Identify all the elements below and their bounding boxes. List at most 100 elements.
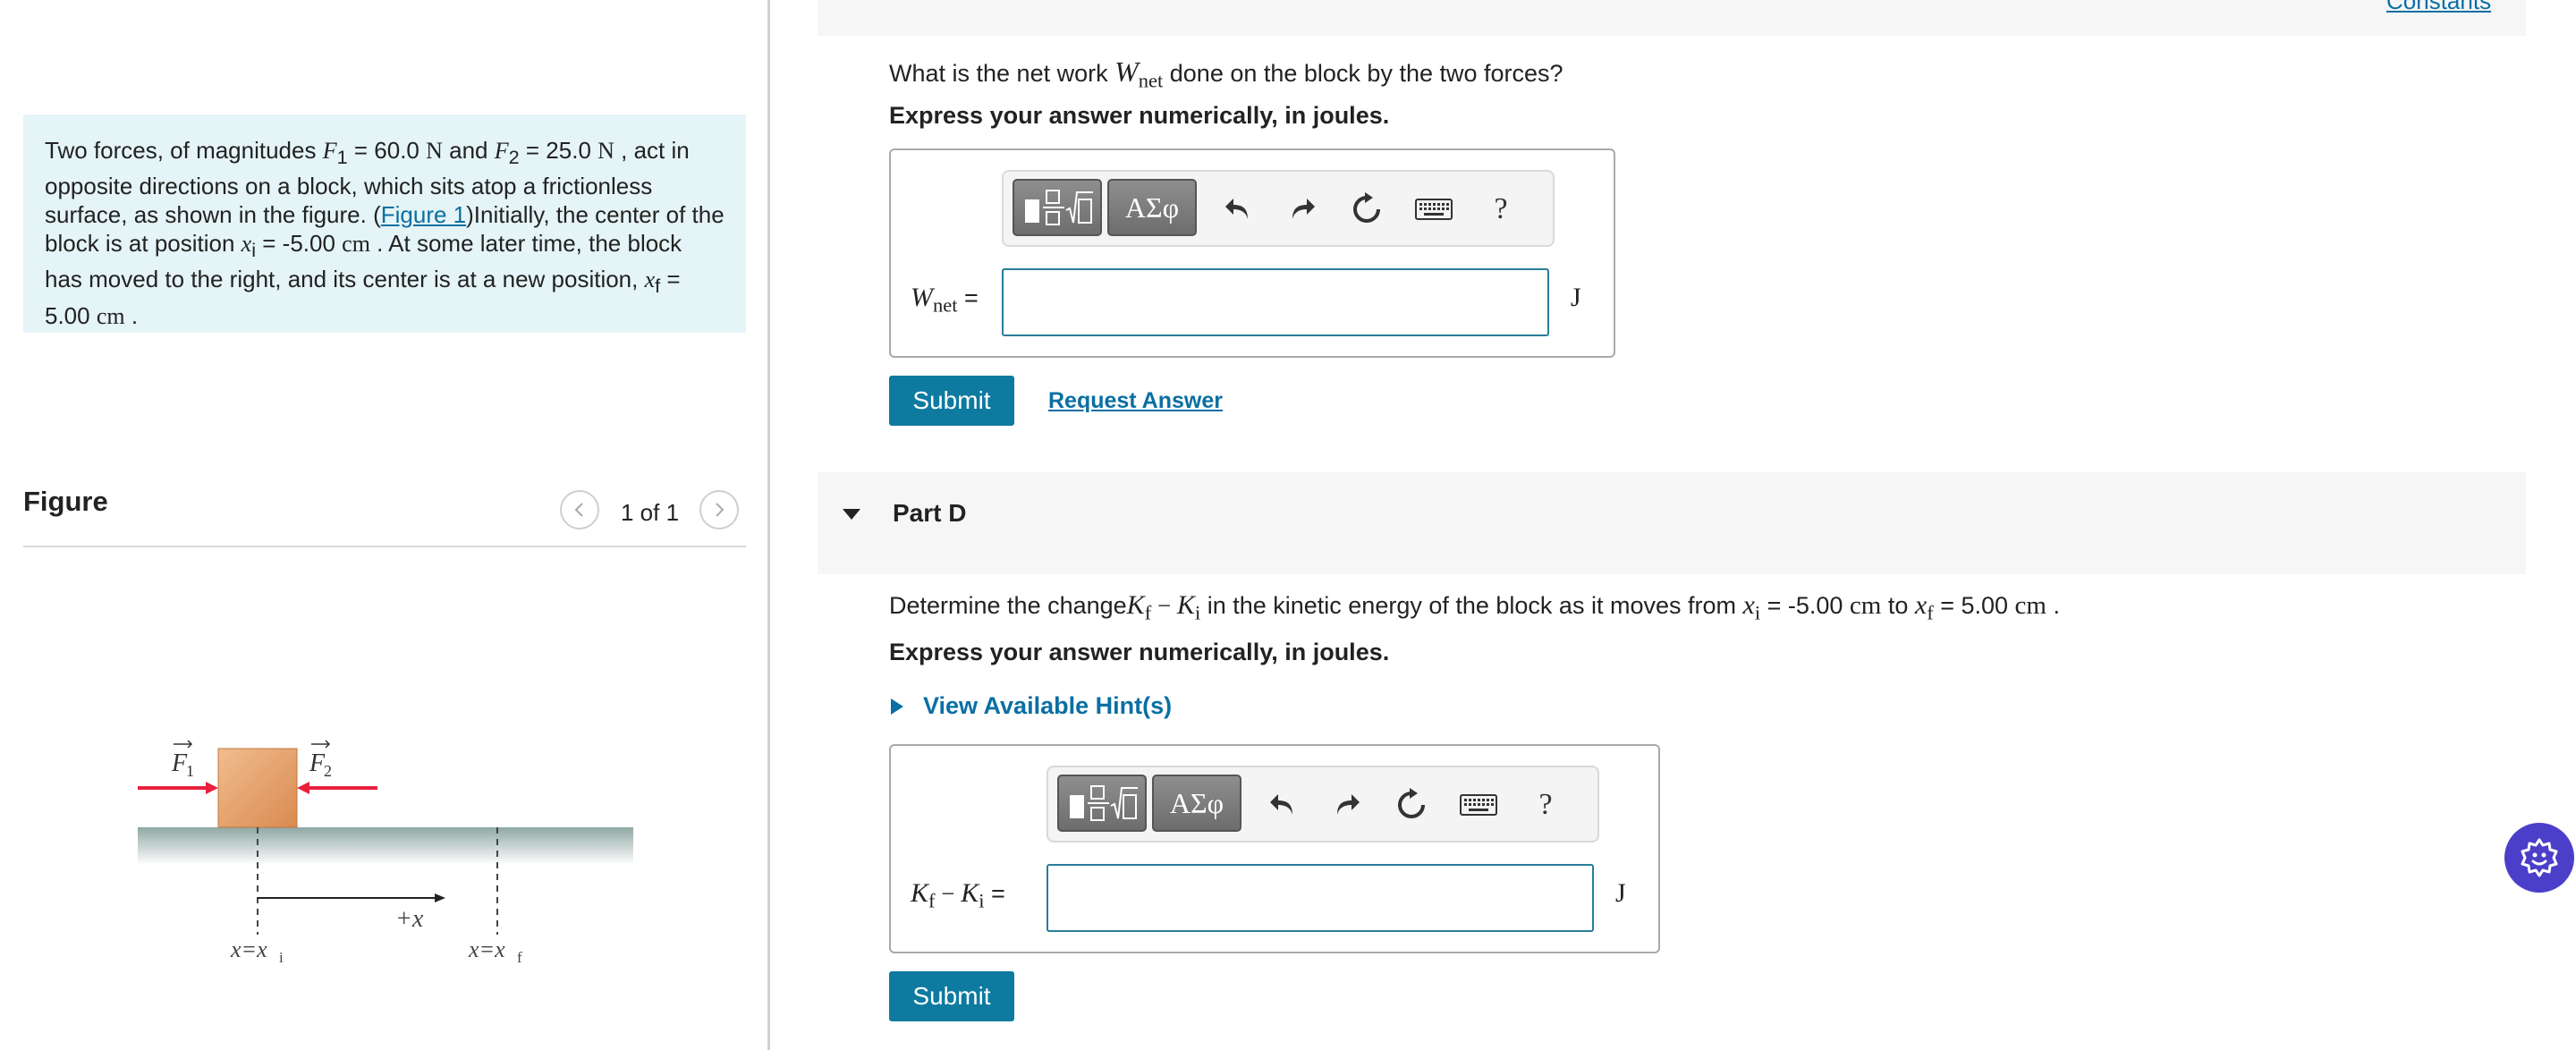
problem-text: and xyxy=(442,137,495,164)
ki-symbol: K xyxy=(1176,590,1195,620)
part-d-header[interactable]: Part D xyxy=(818,472,2526,574)
w-symbol: W xyxy=(1114,55,1139,88)
left-panel: Two forces, of magnitudes F1 = 60.0 N an… xyxy=(0,0,767,1050)
part-d-submit-button[interactable]: Submit xyxy=(889,971,1014,1021)
xf-symbol: x xyxy=(644,267,656,293)
question-text: = 5.00 xyxy=(1933,592,2015,619)
x-axis-arrowhead xyxy=(435,893,445,902)
problem-statement: Two forces, of magnitudes F1 = 60.0 N an… xyxy=(23,114,746,333)
chevron-right-icon xyxy=(716,503,724,517)
vector-arrow-icon xyxy=(174,740,193,749)
part-c-submit-button[interactable]: Submit xyxy=(889,376,1014,426)
equals-sign: = xyxy=(957,284,979,311)
figure-title: Figure xyxy=(23,486,108,517)
frictionless-surface xyxy=(138,827,633,865)
undo-button[interactable] xyxy=(1220,191,1256,227)
kinetic-change-input-label: Kf − Ki = xyxy=(911,878,1005,912)
redo-button[interactable] xyxy=(1284,191,1320,227)
xi-symbol: x xyxy=(241,231,252,258)
greek-symbols-button[interactable]: ΑΣφ xyxy=(1152,775,1241,832)
unit-joules: J xyxy=(1571,283,1581,312)
block xyxy=(217,748,298,828)
part-c-answer-box: ΑΣφ ? Wnet = J xyxy=(889,148,1615,358)
keyboard-button[interactable] xyxy=(1458,787,1499,823)
next-figure-button[interactable] xyxy=(699,490,739,529)
question-text: done on the block by the two forces? xyxy=(1163,60,1563,87)
force-f1-arrowhead xyxy=(206,782,218,794)
minus-sign: − xyxy=(935,880,962,907)
figure-pager-count: 1 of 1 xyxy=(621,499,680,526)
assistant-button[interactable] xyxy=(2504,823,2574,893)
constants-link[interactable]: Constants xyxy=(2386,0,2491,15)
question-text: What is the net work xyxy=(889,60,1115,87)
smiley-gear-icon xyxy=(2521,838,2558,877)
question-text: . xyxy=(2046,592,2060,619)
problem-text: = -5.00 xyxy=(256,230,343,258)
view-hints-toggle[interactable]: View Available Hint(s) xyxy=(889,692,1172,720)
unit-cm: cm xyxy=(2014,591,2046,620)
question-text: Determine the change xyxy=(889,592,1127,619)
wnet-answer-input[interactable] xyxy=(1002,268,1549,336)
w-symbol: W xyxy=(911,283,933,312)
f1-label-sub: 1 xyxy=(186,762,194,780)
f1-symbol: F xyxy=(322,138,337,164)
templates-button[interactable] xyxy=(1057,775,1147,832)
redo-button[interactable] xyxy=(1329,787,1365,823)
view-hints-label: View Available Hint(s) xyxy=(923,692,1173,719)
undo-icon xyxy=(1270,794,1292,815)
unit-cm: cm xyxy=(96,302,125,329)
problem-text: . xyxy=(124,301,139,329)
xf-symbol: x xyxy=(1914,590,1928,620)
kinetic-change-answer-input[interactable] xyxy=(1046,864,1594,932)
question-text: in the kinetic energy of the block as it… xyxy=(1200,592,1743,619)
unit-newton: N xyxy=(426,138,443,164)
part-d-instruction: Express your answer numerically, in joul… xyxy=(889,639,1390,665)
reset-icon xyxy=(1353,192,1380,223)
previous-figure-button[interactable] xyxy=(560,490,599,529)
help-button[interactable]: ? xyxy=(1483,191,1519,227)
caret-right-icon xyxy=(891,698,903,715)
figure-link[interactable]: Figure 1 xyxy=(381,201,466,228)
problem-text: = 60.0 xyxy=(347,137,427,164)
keyboard-button[interactable] xyxy=(1413,191,1454,227)
undo-button[interactable] xyxy=(1265,787,1301,823)
keyboard-icon xyxy=(1415,199,1453,220)
xf-label: x=x xyxy=(468,936,505,962)
request-answer-link[interactable]: Request Answer xyxy=(1048,388,1223,414)
templates-button[interactable] xyxy=(1013,179,1102,236)
kf-symbol: K xyxy=(1126,590,1145,620)
question-text: to xyxy=(1881,592,1915,619)
f2-subscript: 2 xyxy=(508,146,520,169)
part-c-header-band xyxy=(818,0,2526,36)
f1-subscript: 1 xyxy=(336,146,348,169)
question-text: = -5.00 xyxy=(1760,592,1850,619)
reset-button[interactable] xyxy=(1394,787,1429,823)
equals-sign: = xyxy=(984,880,1005,907)
part-d-title: Part D xyxy=(893,499,967,527)
w-subscript: net xyxy=(933,293,958,317)
greek-symbols-button[interactable]: ΑΣφ xyxy=(1107,179,1197,236)
xf-subscript: f xyxy=(1927,601,1934,624)
xf-label-sub: f xyxy=(517,949,522,966)
kf-symbol: K xyxy=(911,878,929,908)
f2-symbol: F xyxy=(494,138,509,164)
help-button[interactable]: ? xyxy=(1528,787,1563,823)
problem-text: Two forces, of magnitudes xyxy=(45,137,323,164)
math-toolbar: ΑΣφ ? xyxy=(1002,170,1555,247)
xi-symbol: x xyxy=(1742,590,1755,620)
ki-symbol: K xyxy=(961,878,979,908)
part-c-instruction: Express your answer numerically, in joul… xyxy=(889,102,1390,129)
panel-divider[interactable] xyxy=(767,0,770,1050)
fraction-sqrt-icon xyxy=(1025,190,1093,225)
xi-label-sub: i xyxy=(279,949,284,966)
undo-icon xyxy=(1225,199,1248,219)
f2-label-sub: 2 xyxy=(324,762,332,780)
keyboard-icon xyxy=(1460,794,1497,816)
caret-down-icon xyxy=(843,509,860,520)
xi-label: x=x xyxy=(230,936,267,962)
block-forces-figure: F 1 F 2 +x x=x i x=x f xyxy=(138,740,633,966)
reset-icon xyxy=(1398,788,1425,818)
reset-button[interactable] xyxy=(1349,191,1385,227)
unit-newton: N xyxy=(597,138,614,164)
figure-divider xyxy=(23,546,746,547)
